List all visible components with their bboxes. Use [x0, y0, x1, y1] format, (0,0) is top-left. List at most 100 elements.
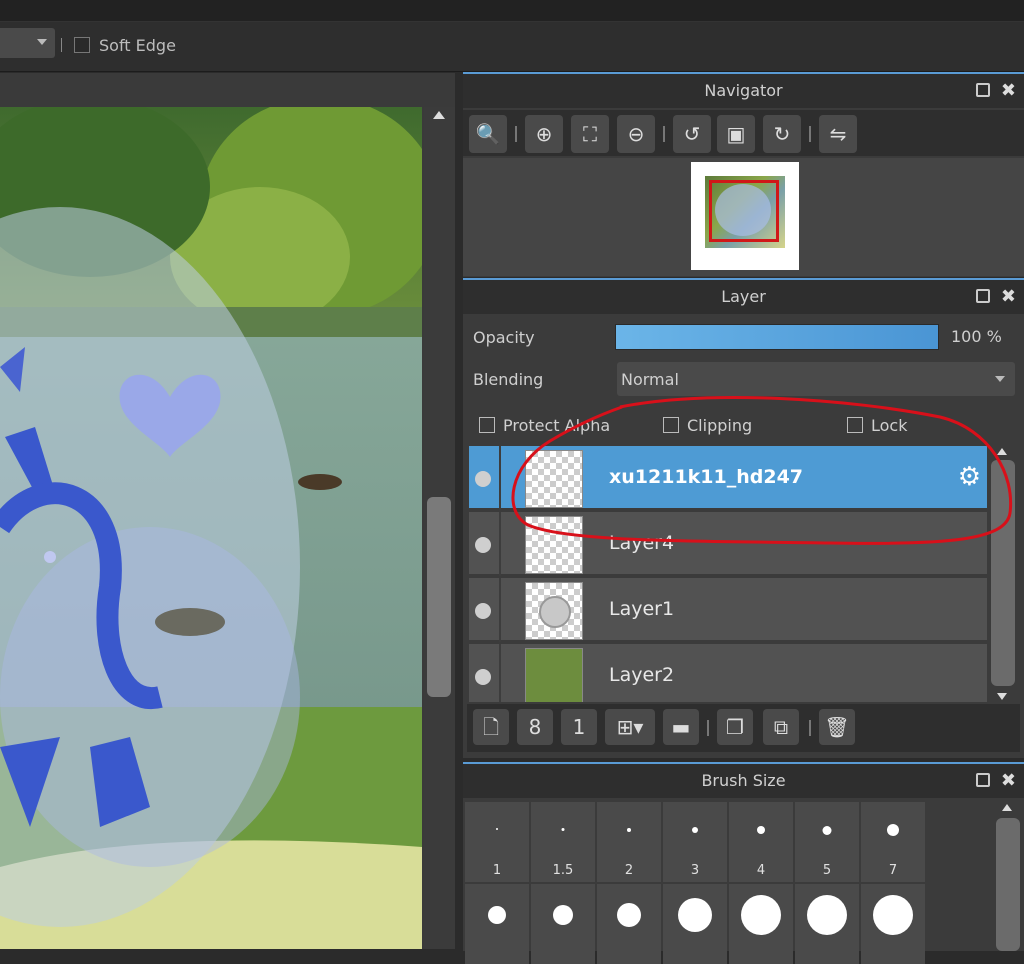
row-divider [499, 578, 501, 642]
brush-size-cell[interactable] [465, 884, 529, 964]
layer-scrollbar[interactable] [989, 446, 1017, 702]
visibility-icon[interactable] [475, 603, 491, 619]
toolbar-divider [61, 38, 62, 52]
clipping-checkbox[interactable]: Clipping [663, 416, 752, 435]
brush-size-cell[interactable]: 5 [795, 802, 859, 882]
soft-edge-checkbox[interactable] [74, 37, 90, 53]
scroll-up-icon[interactable] [1002, 804, 1012, 811]
close-icon[interactable]: ✖ [1001, 74, 1016, 108]
visibility-icon[interactable] [475, 537, 491, 553]
checkbox-box [479, 417, 495, 433]
rotate-right-icon[interactable]: ↻ [763, 115, 801, 153]
canvas-artwork [0, 107, 422, 949]
protect-alpha-checkbox[interactable]: Protect Alpha [479, 416, 610, 435]
rotate-left-icon[interactable]: ↺ [673, 115, 711, 153]
layer-panel: Layer ✖ Opacity 100 % Blending Normal Pr… [463, 278, 1024, 758]
viewport-frame[interactable] [709, 180, 779, 242]
flip-icon[interactable]: ⇋ [819, 115, 857, 153]
brush-size-cell[interactable] [663, 884, 727, 964]
navigator-thumbnail[interactable] [691, 162, 799, 270]
navigator-preview[interactable] [463, 158, 1024, 276]
brush-size-cell[interactable]: 3 [663, 802, 727, 882]
pop-out-icon[interactable] [976, 289, 990, 303]
add-layer-menu-icon[interactable]: ⊞▾ [605, 709, 655, 745]
brush-mode-dropdown[interactable] [0, 28, 55, 58]
brush-size-cell[interactable]: 7 [861, 802, 925, 882]
brush-size-label: 7 [888, 863, 898, 878]
layer-thumbnail [525, 516, 583, 574]
blending-label: Blending [473, 370, 544, 389]
brush-size-label: 1.5 [552, 863, 574, 878]
brush-size-scrollbar[interactable] [993, 800, 1024, 951]
brush-size-cell[interactable]: 2 [597, 802, 661, 882]
layer-scroll-thumb[interactable] [991, 460, 1015, 686]
zoom-actual-icon[interactable]: 🔍 [469, 115, 507, 153]
fit-icon[interactable]: ⛶ [571, 115, 609, 153]
canvas-area [0, 73, 455, 949]
pop-out-icon[interactable] [976, 83, 990, 97]
scroll-up-icon[interactable] [433, 111, 445, 119]
brush-size-cell[interactable]: 1 [465, 802, 529, 882]
layer-name: Layer1 [609, 598, 675, 620]
zoom-in-icon[interactable]: ⊕ [525, 115, 563, 153]
brush-dot-icon [741, 895, 781, 935]
pop-out-icon[interactable] [976, 773, 990, 787]
brush-dot-icon [873, 895, 913, 935]
brush-size-cell[interactable]: 1.5 [531, 802, 595, 882]
brush-size-title: Brush Size [701, 771, 786, 790]
scroll-down-icon[interactable] [997, 693, 1007, 700]
brush-size-cell[interactable] [531, 884, 595, 964]
layer-header: Layer ✖ [463, 280, 1024, 314]
brush-size-label: 5 [822, 863, 832, 878]
lock-checkbox[interactable]: Lock [847, 416, 907, 435]
brush-size-cell[interactable] [729, 884, 793, 964]
gear-icon[interactable]: ⚙ [958, 462, 981, 492]
brush-size-grid: 1 1.5 2 3 4 5 7 [463, 800, 1024, 964]
close-icon[interactable]: ✖ [1001, 280, 1016, 314]
brush-dot-icon [692, 827, 698, 833]
opacity-value: 100 % [951, 327, 1002, 346]
canvas-scroll-thumb[interactable] [427, 497, 451, 697]
brush-size-cell[interactable]: 4 [729, 802, 793, 882]
canvas-scrollbar[interactable] [424, 107, 455, 949]
zoom-out-icon[interactable]: ⊖ [617, 115, 655, 153]
navigator-toolbar: 🔍 ⊕ ⛶ ⊖ ↺ ▣ ↻ ⇋ [463, 110, 1024, 156]
layer-row[interactable]: Layer4 [469, 512, 987, 576]
brush-size-cell[interactable] [861, 884, 925, 964]
brush-dot-icon [807, 895, 847, 935]
new-layer-icon[interactable]: 🗋 [473, 709, 509, 745]
row-divider [499, 644, 501, 702]
duplicate-icon[interactable]: ❐ [717, 709, 753, 745]
new-8bit-layer-icon[interactable]: 8 [517, 709, 553, 745]
delete-icon[interactable]: 🗑 [819, 709, 855, 745]
new-1bit-layer-icon[interactable]: 1 [561, 709, 597, 745]
reset-view-icon[interactable]: ▣ [717, 115, 755, 153]
brush-size-cell[interactable] [597, 884, 661, 964]
merge-icon[interactable]: ⧉ [763, 709, 799, 745]
folder-icon[interactable]: ▬ [663, 709, 699, 745]
brush-dot-icon [822, 826, 832, 835]
toolbar-divider [515, 126, 517, 142]
canvas[interactable] [0, 107, 422, 949]
layer-row[interactable]: Layer1 [469, 578, 987, 642]
layer-row[interactable]: xu1211k11_hd247 ⚙ [469, 446, 987, 510]
visibility-icon[interactable] [475, 669, 491, 685]
toolbar-divider [809, 126, 811, 142]
brush-dot-icon [488, 906, 506, 924]
navigator-title: Navigator [704, 81, 783, 100]
brush-size-label: 3 [690, 863, 700, 878]
layer-thumbnail [525, 582, 583, 640]
layer-name: Layer4 [609, 532, 675, 554]
scroll-up-icon[interactable] [997, 448, 1007, 455]
brush-size-header: Brush Size ✖ [463, 764, 1024, 798]
chevron-down-icon [37, 39, 47, 45]
opacity-slider[interactable] [615, 324, 939, 350]
blending-select[interactable]: Normal [617, 362, 1015, 396]
brush-dot-icon [617, 903, 641, 927]
circle-thumb-icon [539, 596, 571, 628]
visibility-icon[interactable] [475, 471, 491, 487]
brush-size-cell[interactable] [795, 884, 859, 964]
brush-scroll-thumb[interactable] [996, 818, 1020, 951]
layer-row[interactable]: Layer2 [469, 644, 987, 702]
close-icon[interactable]: ✖ [1001, 764, 1016, 798]
